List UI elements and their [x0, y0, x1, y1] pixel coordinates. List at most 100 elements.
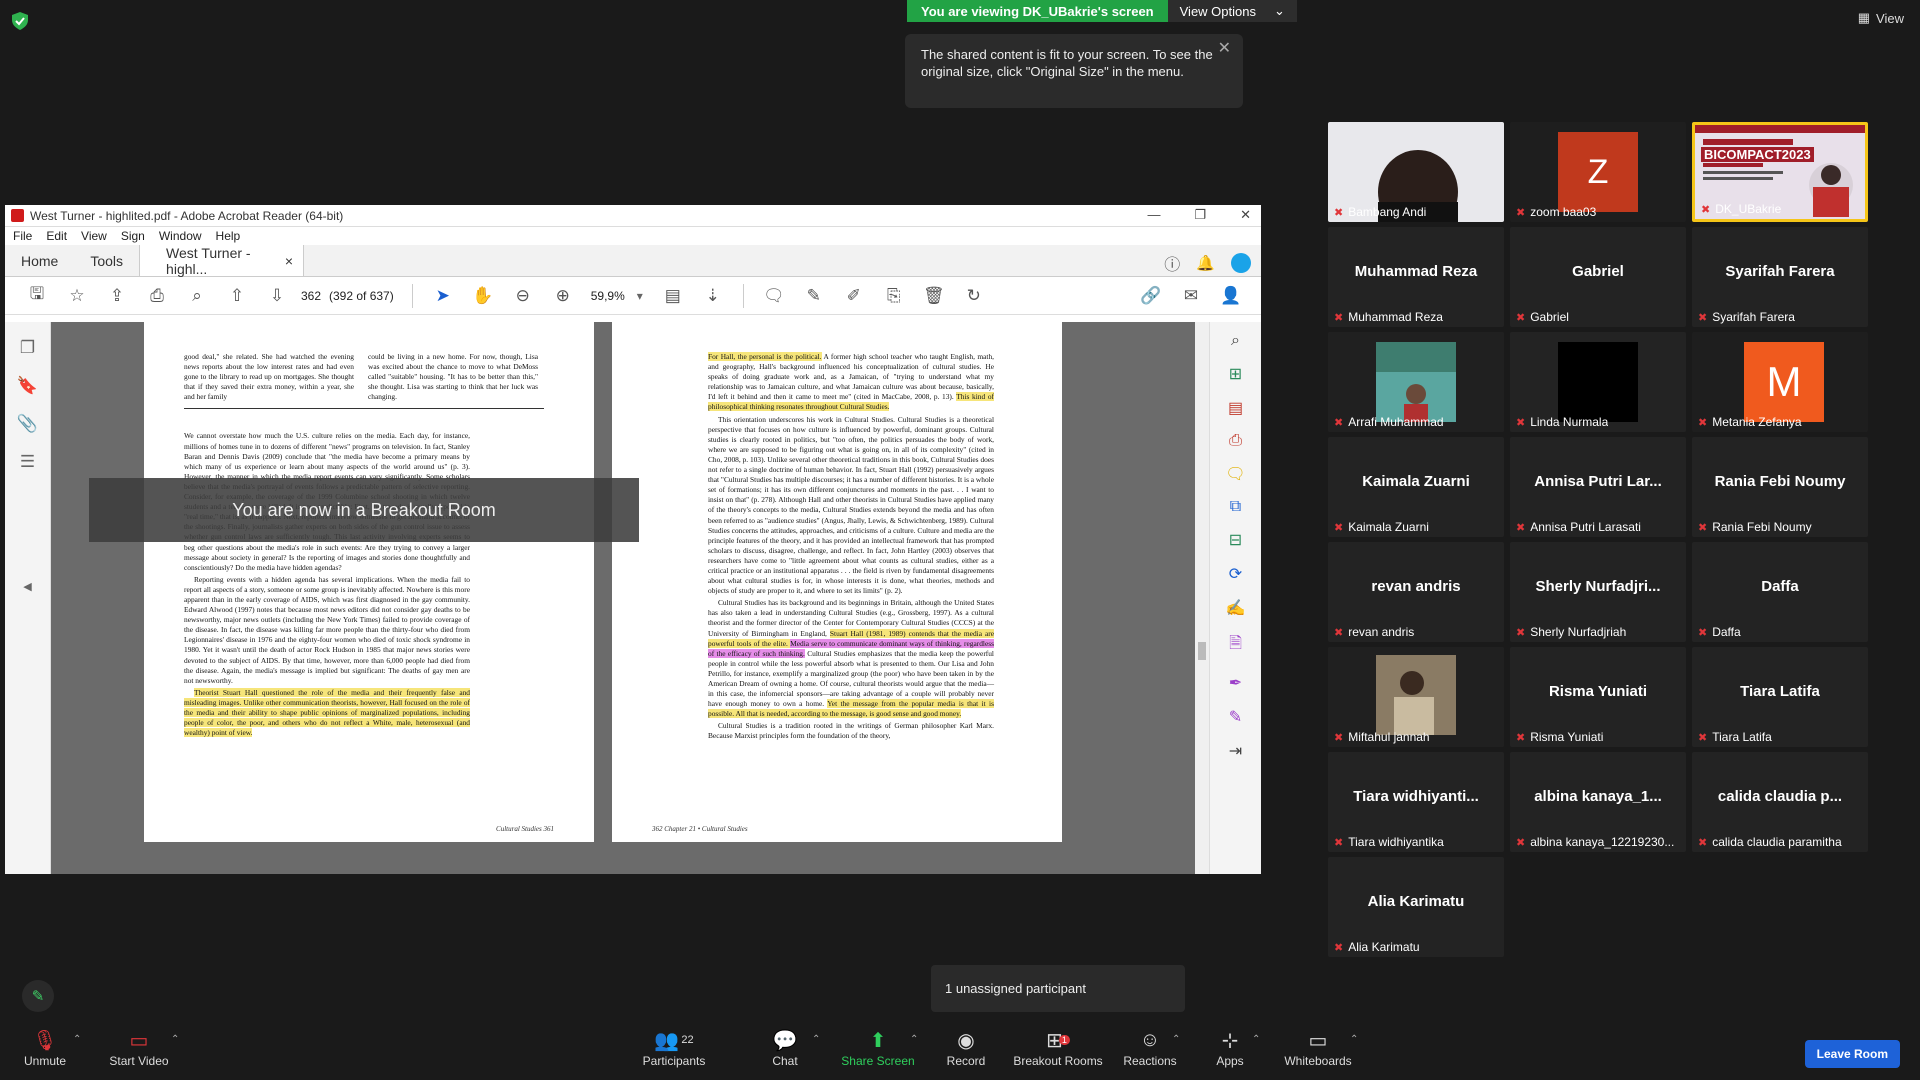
record-button[interactable]: ◉ Record	[940, 1028, 992, 1069]
tab-home[interactable]: Home	[5, 245, 74, 276]
rotate-icon[interactable]: ↻	[954, 281, 994, 311]
tab-close-icon[interactable]: ×	[285, 253, 293, 269]
page-layout-icon[interactable]: ▤	[653, 281, 693, 311]
link-icon[interactable]: 🔗	[1131, 281, 1171, 311]
attachment-icon[interactable]: 📎	[17, 414, 38, 434]
breakout-rooms-button[interactable]: ⊞ 1 Breakout Rooms	[1010, 1028, 1106, 1069]
share-screen-button[interactable]: ⬆ Share Screen	[838, 1028, 918, 1069]
search-zoom-icon[interactable]: ⌕	[1231, 332, 1240, 350]
participant-tile[interactable]: BICOMPACT2023 ✖ DK_UBakrie	[1692, 122, 1868, 222]
zoom-dropdown-icon[interactable]: ▾	[637, 289, 643, 303]
zoom-out-icon[interactable]: ⊖	[503, 281, 543, 311]
whiteboards-caret-icon[interactable]: ⌃	[1350, 1034, 1358, 1045]
participant-tile[interactable]: Alia Karimatu ✖ Alia Karimatu	[1328, 857, 1504, 957]
participant-tile[interactable]: Daffa ✖ Daffa	[1692, 542, 1868, 642]
excel-export-icon[interactable]: ⊟	[1229, 530, 1242, 550]
upload-icon[interactable]: ⇪	[97, 281, 137, 311]
bell-icon[interactable]: 🔔	[1196, 254, 1215, 272]
export-pdf-icon[interactable]: ⎙	[1229, 432, 1242, 450]
comment-tool-icon[interactable]: 🗨	[1225, 464, 1245, 484]
tab-document[interactable]: West Turner - highl... ×	[139, 245, 305, 277]
share-caret-icon[interactable]: ⌃	[910, 1034, 918, 1045]
reactions-button[interactable]: ☺ Reactions	[1120, 1028, 1180, 1069]
save-icon[interactable]: 🖫	[17, 281, 57, 311]
chat-button[interactable]: 💬 Chat	[765, 1028, 805, 1069]
participant-tile[interactable]: calida claudia p... ✖ calida claudia param…	[1692, 752, 1868, 852]
more-tools-icon[interactable]: ✎	[1229, 707, 1242, 727]
star-icon[interactable]: ☆	[57, 281, 97, 311]
audio-options-caret-icon[interactable]: ⌃	[73, 1034, 81, 1045]
participant-tile[interactable]: albina kanaya_1... ✖ albina kanaya_1221923…	[1510, 752, 1686, 852]
menu-file[interactable]: File	[13, 229, 32, 243]
menu-edit[interactable]: Edit	[46, 229, 67, 243]
start-video-button[interactable]: ▭ Start Video	[104, 1028, 174, 1069]
fill-sign-icon[interactable]: ✍	[1226, 598, 1246, 618]
participant-tile[interactable]: ✖ Miftahul jannah	[1328, 647, 1504, 747]
participant-tile[interactable]: Tiara Latifa ✖ Tiara Latifa	[1692, 647, 1868, 747]
scrollbar-thumb[interactable]	[1198, 642, 1206, 660]
participant-tile[interactable]: revan andris ✖ revan andris	[1328, 542, 1504, 642]
help-icon[interactable]: ⓘ	[1164, 251, 1180, 275]
participant-tile[interactable]: Risma Yuniati ✖ Risma Yuniati	[1510, 647, 1686, 747]
document-view[interactable]: good deal," she related. She had watched…	[51, 322, 1195, 874]
zoom-in-icon[interactable]: ⊕	[543, 281, 583, 311]
page-number-input[interactable]	[297, 288, 325, 303]
pages-icon[interactable]: ❐	[20, 338, 35, 358]
minimize-icon[interactable]: —	[1147, 207, 1160, 223]
share-user-icon[interactable]: 👤	[1211, 281, 1251, 311]
video-options-caret-icon[interactable]: ⌃	[171, 1034, 179, 1045]
participant-tile[interactable]: Syarifah Farera ✖ Syarifah Farera	[1692, 227, 1868, 327]
tab-tools[interactable]: Tools	[74, 245, 139, 276]
unassigned-participant-popup[interactable]: 1 unassigned participant	[931, 965, 1185, 1012]
protect-icon[interactable]: 🗎	[1229, 632, 1242, 659]
scroll-mode-icon[interactable]: ⇣	[693, 281, 733, 311]
layers-icon[interactable]: ☰	[20, 452, 35, 472]
menu-view[interactable]: View	[81, 229, 107, 243]
scan-icon[interactable]: ⟳	[1229, 564, 1242, 584]
whiteboards-button[interactable]: ▭ Whiteboards	[1280, 1028, 1356, 1069]
participant-tile[interactable]: Z ✖ zoom baa03	[1510, 122, 1686, 222]
page-down-icon[interactable]: ⇩	[257, 281, 297, 311]
menu-help[interactable]: Help	[216, 229, 241, 243]
close-window-icon[interactable]: ✕	[1240, 207, 1251, 223]
participant-tile[interactable]: Tiara widhiyanti... ✖ Tiara widhiyantika	[1328, 752, 1504, 852]
collapse-left-icon[interactable]: ◀	[23, 580, 31, 593]
participant-tile[interactable]: Gabriel ✖ Gabriel	[1510, 227, 1686, 327]
draw-icon[interactable]: ✐	[834, 281, 874, 311]
participant-tile[interactable]: Kaimala Zuarni ✖ Kaimala Zuarni	[1328, 437, 1504, 537]
stamp-icon[interactable]: ⎘	[874, 281, 914, 311]
send-sign-icon[interactable]: ✒	[1229, 673, 1242, 693]
participants-button[interactable]: 👥 22 Participants	[638, 1028, 710, 1069]
participant-tile[interactable]: Annisa Putri Lar... ✖ Annisa Putri Larasat…	[1510, 437, 1686, 537]
annotate-pencil-icon[interactable]: ✎	[22, 980, 54, 1012]
participant-tile[interactable]: Rania Febi Noumy ✖ Rania Febi Noumy	[1692, 437, 1868, 537]
create-pdf-icon[interactable]: ⊞	[1229, 364, 1242, 384]
print-icon[interactable]: ⎙	[137, 281, 177, 311]
account-avatar[interactable]	[1231, 253, 1251, 273]
participant-tile[interactable]: ✖ Arrafi Muhammad	[1328, 332, 1504, 432]
leave-room-button[interactable]: Leave Room	[1804, 1040, 1900, 1068]
zoom-level-input[interactable]	[590, 288, 637, 303]
view-button[interactable]: ▦ View	[1858, 10, 1904, 26]
menu-window[interactable]: Window	[159, 229, 202, 243]
mail-icon[interactable]: ✉	[1171, 281, 1211, 311]
comment-icon[interactable]: 🗨	[754, 281, 794, 311]
apps-button[interactable]: ⊹ Apps	[1210, 1028, 1250, 1069]
participant-tile[interactable]: Muhammad Reza ✖ Muhammad Reza	[1328, 227, 1504, 327]
menu-sign[interactable]: Sign	[121, 229, 145, 243]
highlight-pen-icon[interactable]: ✎	[794, 281, 834, 311]
select-cursor-icon[interactable]: ➤	[423, 281, 463, 311]
chat-caret-icon[interactable]: ⌃	[812, 1034, 820, 1045]
apps-caret-icon[interactable]: ⌃	[1252, 1034, 1260, 1045]
participant-tile[interactable]: ✖ Linda Nurmala	[1510, 332, 1686, 432]
collapse-right-icon[interactable]: ⇥	[1229, 741, 1242, 761]
view-options-button[interactable]: View Options ⌄	[1167, 0, 1297, 22]
participant-tile[interactable]: M ✖ Metania Zefanya	[1692, 332, 1868, 432]
bookmark-icon[interactable]: 🔖	[17, 376, 38, 396]
participant-tile[interactable]: ✖ Bambang Andi	[1328, 122, 1504, 222]
vertical-scrollbar[interactable]	[1195, 322, 1209, 874]
zoom-search-icon[interactable]: ⌕	[177, 281, 217, 311]
organize-pages-icon[interactable]: ▤	[1228, 398, 1243, 418]
page-up-icon[interactable]: ⇧	[217, 281, 257, 311]
unmute-button[interactable]: 🎙 Unmute	[20, 1028, 70, 1069]
